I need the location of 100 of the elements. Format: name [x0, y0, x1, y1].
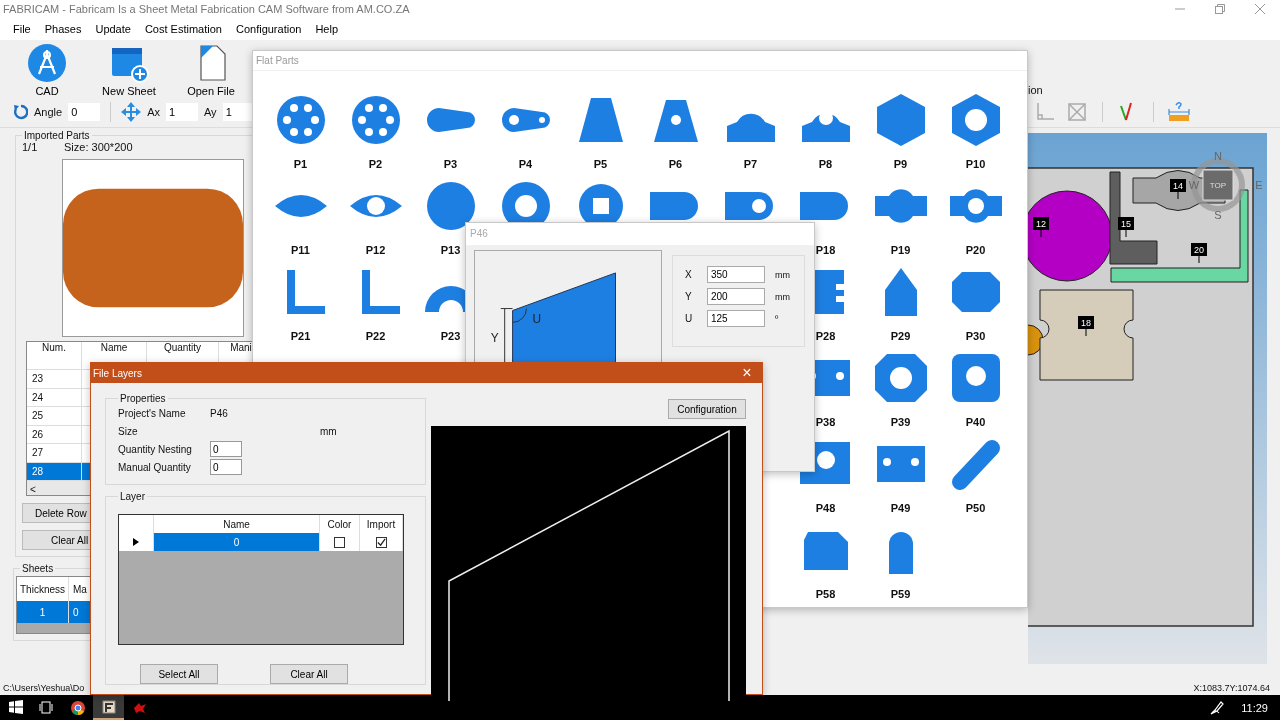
dialog-title: File Layers: [93, 367, 142, 379]
dialog-title: P46: [466, 223, 814, 245]
configuration-button[interactable]: Configuration: [668, 399, 746, 419]
menu-item[interactable]: Help: [308, 23, 345, 35]
group-title: Imported Parts: [23, 130, 91, 141]
part-label: P9: [893, 158, 908, 170]
toolbar-button[interactable]: New Sheet: [98, 43, 160, 97]
number-field[interactable]: 350: [707, 266, 765, 283]
toolbar-button[interactable]: CAD: [16, 43, 78, 97]
pen-icon[interactable]: [1209, 699, 1226, 716]
part-label: P8: [818, 158, 833, 170]
number-field[interactable]: 0: [210, 459, 242, 475]
unit-label: mm: [320, 425, 337, 437]
part-label: P4: [518, 158, 533, 170]
move-icon[interactable]: [121, 102, 142, 122]
table-cell[interactable]: 0: [154, 533, 320, 551]
crossed-box-icon[interactable]: [1066, 101, 1088, 123]
table-cell: 23: [27, 370, 82, 388]
field-label: Size: [118, 425, 139, 437]
part-label: P3: [443, 158, 458, 170]
field-label: U: [685, 313, 694, 324]
field-label: Angle: [34, 106, 63, 118]
measure-icon[interactable]: [1168, 101, 1190, 123]
size-label: Size: 300*200: [64, 141, 133, 155]
cad-compass-icon: [27, 43, 67, 83]
field-label: Y: [685, 291, 693, 302]
nested-part[interactable]: [1039, 289, 1134, 381]
part-label: P10: [965, 158, 986, 170]
number-field[interactable]: 0: [68, 103, 101, 121]
menu-item[interactable]: Cost Estimation: [137, 23, 229, 35]
part-label: P12: [365, 244, 386, 256]
table-cell: 25: [27, 407, 82, 425]
part-label: P30: [965, 330, 986, 342]
part-label: P1: [293, 158, 308, 170]
part-label: P5: [593, 158, 608, 170]
field-value: P46: [210, 407, 228, 419]
part-label: P18: [815, 244, 836, 256]
nested-part[interactable]: [1110, 189, 1249, 283]
part-label: P2: [368, 158, 383, 170]
toolbar-button[interactable]: Open File: [180, 43, 242, 97]
browser-icon: [69, 699, 86, 716]
part-label: P40: [965, 416, 986, 428]
window-title: Flat Parts: [253, 51, 1027, 71]
menu-item[interactable]: File: [6, 23, 38, 35]
clock[interactable]: 11:29: [1241, 701, 1268, 714]
toolbar-caption: ion: [1028, 84, 1044, 98]
checkbox[interactable]: [334, 536, 345, 548]
number-field[interactable]: 0: [210, 441, 242, 457]
menu-item[interactable]: Update: [88, 23, 138, 35]
part-label: P19: [890, 244, 911, 256]
compass-letter: E: [1255, 179, 1263, 191]
menu-item[interactable]: Configuration: [228, 23, 309, 35]
part-label: P59: [890, 588, 911, 600]
part-label: P23: [440, 330, 461, 342]
part-label: P7: [743, 158, 758, 170]
part-label: P49: [890, 502, 911, 514]
compass-letter: N: [1214, 150, 1222, 162]
field-label: Ax: [147, 106, 160, 118]
part-label: P6: [668, 158, 683, 170]
part-label: P11: [291, 244, 310, 256]
table-cell: 28: [27, 462, 82, 480]
menu-item[interactable]: Phases: [37, 23, 89, 35]
field-label: Ay: [204, 106, 217, 118]
group-title: Layer: [119, 491, 146, 502]
part-label: P28: [815, 330, 836, 342]
close-icon: [1255, 4, 1265, 14]
compass-letter: W: [1188, 179, 1200, 191]
page-count: 1/1: [22, 141, 39, 155]
checkbox[interactable]: [375, 536, 387, 548]
table-cell: 26: [27, 425, 82, 443]
unit-label: mm: [775, 269, 790, 280]
taskbar-app[interactable]: [93, 695, 124, 720]
task-view-icon: [38, 699, 55, 716]
axis-label: Y: [490, 331, 499, 346]
cube-face-label: TOP: [1209, 181, 1227, 190]
table-cell: 1: [17, 601, 69, 623]
number-field[interactable]: 1: [222, 103, 255, 121]
compass-letter: S: [1214, 209, 1222, 221]
number-field[interactable]: 1: [166, 103, 198, 121]
nested-part[interactable]: [1109, 171, 1158, 265]
window-title: FABRICAM - Fabricam Is a Sheet Metal Fabrication CAM Software from AM.CO.ZA: [3, 3, 411, 15]
dialog-button[interactable]: Select All: [140, 664, 218, 684]
nesting-viewport[interactable]: 12 14 15 20 18 N W TOP E S: [1028, 133, 1267, 664]
windows-logo-icon: [7, 699, 24, 716]
group-title: Properties: [119, 393, 167, 404]
group-title: Sheets: [21, 563, 55, 574]
restore-icon: [1215, 4, 1225, 14]
part-label: P39: [890, 416, 911, 428]
column-header[interactable]: Num.: [27, 342, 82, 369]
field-label: Quantity Nesting: [118, 443, 193, 455]
rotate-icon[interactable]: [12, 104, 28, 120]
close-button[interactable]: ×: [732, 363, 762, 383]
part-label: P20: [965, 244, 986, 256]
field-label: X: [685, 269, 693, 280]
number-field[interactable]: 125: [707, 310, 765, 327]
table-cell: 27: [27, 444, 82, 462]
number-field[interactable]: 200: [707, 288, 765, 305]
dialog-button[interactable]: Clear All: [270, 664, 348, 684]
row-pointer-icon: [133, 538, 139, 546]
field-label: Manual Quantity: [118, 461, 192, 473]
